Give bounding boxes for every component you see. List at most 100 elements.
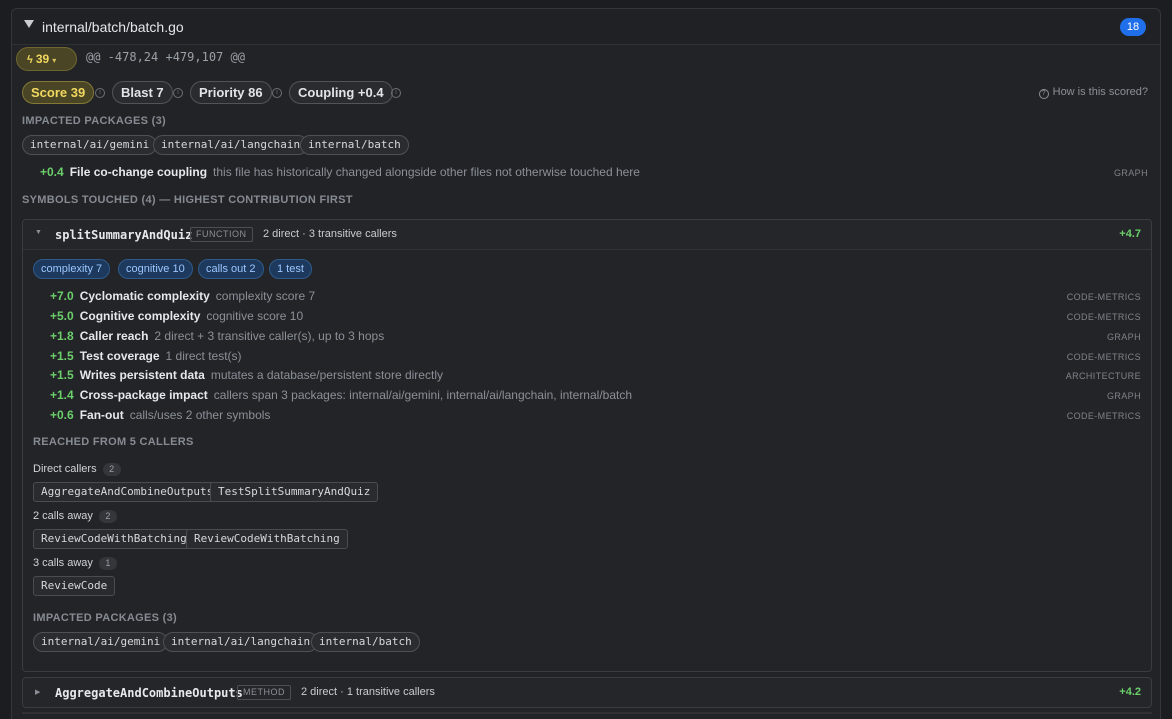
- contribution-desc: cognitive score 10: [206, 309, 304, 323]
- caller-group-name: 2 calls away: [33, 510, 93, 522]
- score-dropdown[interactable]: ϟ 39 ▾: [16, 47, 77, 71]
- contribution-delta: +1.4: [50, 388, 74, 402]
- contribution-delta: +0.4: [40, 165, 64, 179]
- contribution-desc: complexity score 7: [215, 289, 316, 303]
- impacted-packages-title: IMPACTED PACKAGES (3): [22, 115, 167, 127]
- caller-count-badge: 2: [102, 463, 121, 476]
- priority-chip[interactable]: Priority 86: [190, 81, 272, 104]
- metric-tag-calls-out: calls out 2: [198, 259, 264, 279]
- chevron-down-icon[interactable]: ▼: [35, 229, 42, 236]
- caller-chip[interactable]: ReviewCodeWithBatching: [186, 529, 348, 549]
- contribution-source: GRAPH: [1106, 391, 1141, 401]
- symbol-score: +4.7: [1119, 228, 1141, 240]
- symbol-impacted-packages-title: IMPACTED PACKAGES (3): [33, 612, 178, 624]
- contribution-source: CODE-METRICS: [1066, 312, 1141, 322]
- caller-group-name: 3 calls away: [33, 557, 93, 569]
- symbol-kind-badge: FUNCTION: [190, 227, 253, 242]
- contribution-source: GRAPH: [1106, 332, 1141, 342]
- caller-group-label: 3 calls away 1: [33, 557, 117, 570]
- contribution-row: +1.4 Cross-package impact callers span 3 p…: [50, 388, 632, 402]
- package-tag: internal/batch: [311, 632, 420, 652]
- lightning-icon: ϟ: [27, 54, 33, 66]
- contribution-delta: +1.5: [50, 349, 74, 363]
- contribution-row: +7.0 Cyclomatic complexity complexity scor…: [50, 289, 315, 303]
- caller-chip[interactable]: ReviewCodeWithBatching: [33, 529, 195, 549]
- symbol-name: AggregateAndCombineOutputs: [55, 686, 243, 700]
- contribution-title: Test coverage: [79, 349, 160, 363]
- symbol-score: +4.2: [1119, 686, 1141, 698]
- package-tag: internal/ai/langchain: [153, 135, 309, 155]
- contribution-row: +0.6 Fan-out calls/uses 2 other symbols: [50, 408, 270, 422]
- info-icon[interactable]: i: [95, 88, 105, 98]
- caller-count-badge: 2: [98, 510, 117, 523]
- caller-chip[interactable]: ReviewCode: [33, 576, 116, 596]
- contribution-delta: +1.8: [50, 329, 74, 343]
- blast-chip[interactable]: Blast 7: [112, 81, 173, 104]
- contribution-source: CODE-METRICS: [1066, 292, 1141, 302]
- symbol-name: splitSummaryAndQuiz: [55, 228, 193, 242]
- caller-chip[interactable]: AggregateAndCombineOutputs: [33, 482, 222, 502]
- contribution-title: Cyclomatic complexity: [79, 289, 210, 303]
- info-icon[interactable]: i: [173, 88, 183, 98]
- symbols-touched-title: SYMBOLS TOUCHED (4) — HIGHEST CONTRIBUTI…: [22, 194, 353, 206]
- contribution-delta: +1.5: [50, 368, 74, 382]
- metric-tag-tests: 1 test: [269, 259, 312, 279]
- contribution-title: Caller reach: [79, 329, 149, 343]
- package-tag: internal/ai/langchain: [163, 632, 319, 652]
- file-path: internal/batch/batch.go: [42, 19, 184, 35]
- metric-tag-cognitive: cognitive 10: [118, 259, 193, 279]
- caller-group-label: Direct callers 2: [33, 463, 121, 476]
- divider: [22, 712, 1152, 714]
- contribution-delta: +5.0: [50, 309, 74, 323]
- contribution-title: Cognitive complexity: [79, 309, 201, 323]
- caller-group-label: 2 calls away 2: [33, 510, 117, 523]
- contribution-desc: 1 direct test(s): [165, 349, 242, 363]
- contribution-title: Writes persistent data: [79, 368, 205, 382]
- symbol-card: ▼ splitSummaryAndQuiz FUNCTION 2 direct …: [22, 219, 1152, 672]
- collapse-caret-icon[interactable]: [24, 20, 34, 28]
- symbol-caller-meta: 2 direct · 1 transitive callers: [301, 686, 435, 698]
- contribution-row: +1.5 Writes persistent data mutates a data…: [50, 368, 443, 382]
- hunk-header: @@ -478,24 +479,107 @@: [86, 50, 245, 64]
- contribution-source: CODE-METRICS: [1066, 411, 1141, 421]
- contribution-title: Fan-out: [79, 408, 124, 422]
- symbol-card-collapsed[interactable]: ▶ AggregateAndCombineOutputs METHOD 2 di…: [22, 677, 1152, 708]
- contribution-desc: callers span 3 packages: internal/ai/gem…: [213, 388, 633, 402]
- package-tag: internal/batch: [300, 135, 409, 155]
- chevron-down-icon: ▾: [52, 56, 57, 65]
- chevron-right-icon[interactable]: ▶: [35, 688, 40, 696]
- how-scored-label: How is this scored?: [1052, 86, 1148, 98]
- reached-from-title: REACHED FROM 5 CALLERS: [33, 436, 194, 448]
- symbol-kind-badge: METHOD: [237, 685, 291, 700]
- how-scored-link[interactable]: ? How is this scored?: [1038, 86, 1148, 99]
- file-panel: internal/batch/batch.go 18 ϟ 39 ▾ @@ -478,…: [11, 8, 1161, 719]
- package-tag: internal/ai/gemini: [22, 135, 158, 155]
- info-icon[interactable]: i: [391, 88, 401, 98]
- info-icon[interactable]: i: [272, 88, 282, 98]
- hunk-count-badge: 18: [1120, 18, 1146, 36]
- package-tag: internal/ai/gemini: [33, 632, 169, 652]
- contribution-title: Cross-package impact: [79, 388, 208, 402]
- contribution-row: +1.5 Test coverage 1 direct test(s): [50, 349, 242, 363]
- contribution-title: File co-change coupling: [69, 165, 208, 179]
- coupling-contribution-row: +0.4 File co-change coupling this file has…: [40, 165, 640, 179]
- contribution-desc: 2 direct + 3 transitive caller(s), up to…: [154, 329, 385, 343]
- contribution-desc: this file has historically changed along…: [213, 165, 640, 179]
- question-icon: ?: [1038, 89, 1049, 99]
- contribution-source: GRAPH: [1113, 168, 1148, 178]
- contribution-source: CODE-METRICS: [1066, 352, 1141, 362]
- caller-count-badge: 1: [98, 557, 117, 570]
- contribution-delta: +7.0: [50, 289, 74, 303]
- score-chip[interactable]: Score 39: [22, 81, 95, 104]
- contribution-desc: calls/uses 2 other symbols: [129, 408, 271, 422]
- coupling-chip[interactable]: Coupling +0.4: [289, 81, 393, 104]
- caller-group-name: Direct callers: [33, 463, 97, 475]
- metric-tag-complexity: complexity 7: [33, 259, 111, 279]
- caller-chip[interactable]: TestSplitSummaryAndQuiz: [210, 482, 379, 502]
- contribution-source: ARCHITECTURE: [1065, 371, 1141, 381]
- contribution-row: +5.0 Cognitive complexity cognitive score …: [50, 309, 303, 323]
- symbol-header[interactable]: ▼ splitSummaryAndQuiz FUNCTION 2 direct …: [23, 220, 1151, 250]
- score-value: 39: [35, 52, 50, 66]
- file-header[interactable]: internal/batch/batch.go 18: [12, 9, 1160, 45]
- contribution-row: +1.8 Caller reach 2 direct + 3 transitive …: [50, 329, 384, 343]
